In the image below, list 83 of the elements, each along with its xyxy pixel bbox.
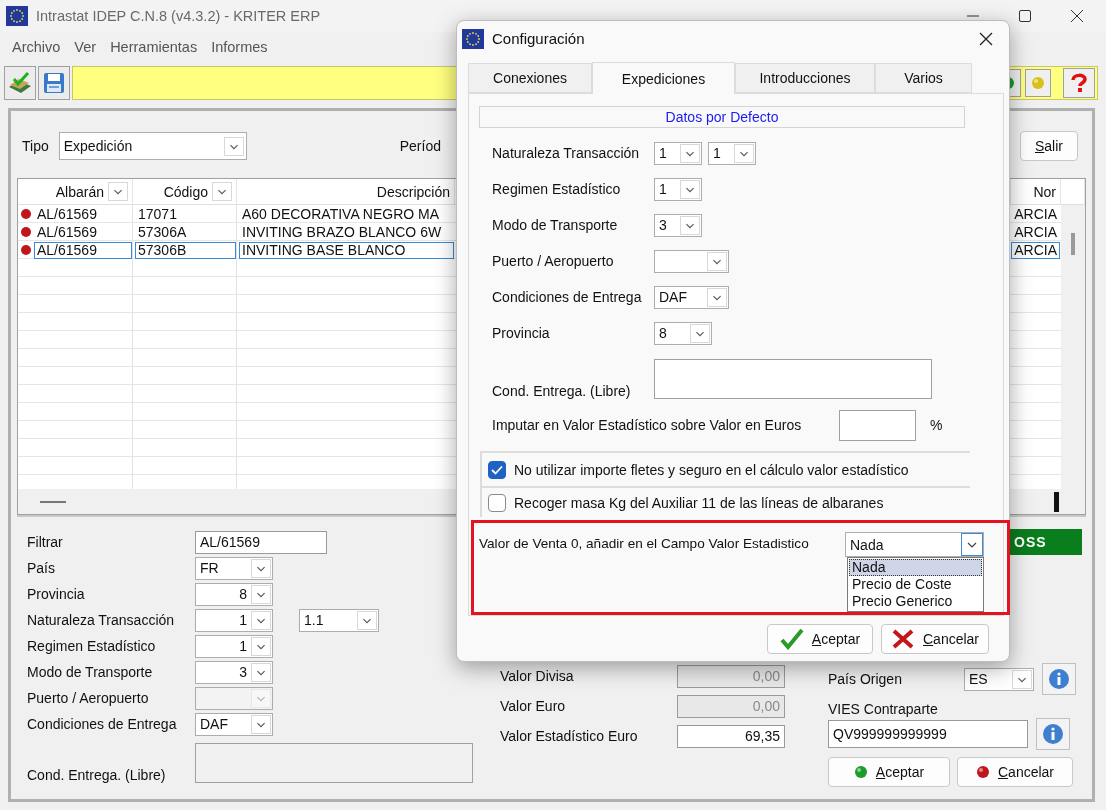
tab[interactable]: Conexiones [468,63,592,93]
input-field[interactable]: AL/61569 [195,530,327,554]
menu-item[interactable]: Ver [74,39,97,55]
tab[interactable]: Varios [875,63,972,93]
field-label: País Origen [828,671,903,687]
unit-label: % [930,417,943,433]
dropdown-option[interactable]: Precio Generico [849,593,982,610]
column-header: Código [163,183,208,200]
dropdown[interactable]: FR [195,556,273,580]
dropdown[interactable]: ES [964,667,1034,691]
dropdown-option[interactable]: Precio de Coste [849,576,982,593]
field-label: Valor Divisa [500,668,575,684]
field-label: Puerto / Aeropuerto [492,253,615,269]
column-header: Descripción [376,183,450,200]
window-title: Intrastat IDEP C.N.8 (v4.3.2) - KRITER ERP [36,8,321,24]
table-cell[interactable]: ARCIA [1011,241,1060,259]
dropdown[interactable]: 1.1 [299,608,379,632]
table-cell[interactable]: 17071 [135,205,236,223]
dropdown[interactable]: 1 [708,141,756,165]
status-banner: OSS [1010,529,1082,555]
field-label: Condiciones de Entrega [27,716,178,732]
field-label: Valor Euro [500,698,567,714]
dropdown[interactable]: DAF [654,285,729,309]
field-label: Modo de Transporte [492,217,619,233]
table-cell[interactable]: ARCIA [1011,223,1060,241]
field-label: Naturaleza Transacción [492,145,641,161]
field-label: Valor Estadístico Euro [500,728,639,744]
dropdown[interactable]: 8 [195,582,273,606]
table-cell[interactable]: INVITING BASE BLANCO [239,241,454,259]
input-field[interactable]: 69,35 [677,724,785,748]
dropdown[interactable]: 1 [195,634,273,658]
tab[interactable]: Expediciones [592,62,735,94]
field-label: Naturaleza Transacción [27,612,176,628]
field-label: Regimen Estadístico [492,181,622,197]
dropdown[interactable]: Expedición [58,132,247,160]
dialog-title: Configuración [492,30,585,47]
field-label: Provincia [492,325,551,341]
table-cell[interactable]: A60 DECORATIVA NEGRO MA [239,205,454,223]
dropdown[interactable]: Nada [845,532,984,557]
field-label: Filtrar [27,534,64,550]
dropdown[interactable]: 1 [654,141,702,165]
dropdown[interactable]: DAF [195,712,273,736]
menu-item[interactable]: Informes [211,39,268,55]
field-label: Cond. Entrega. (Libre) [492,383,632,399]
field-label: Provincia [27,586,86,602]
section-title: Datos por Defecto [479,106,965,128]
field-label: Puerto / Aeropuerto [27,690,150,706]
exit-button[interactable]: Salir [1020,131,1078,161]
field-label: País [27,560,56,576]
field-label: Períod [399,138,441,154]
dropdown-option[interactable]: Nada [849,559,982,576]
accept-button[interactable]: Aceptar [828,757,950,787]
dropdown[interactable]: 3 [654,213,702,237]
table-cell[interactable]: AL/61569 [34,241,132,259]
menu-item[interactable]: Archivo [12,39,61,55]
dropdown[interactable]: 3 [195,660,273,684]
checkbox-label: Recoger masa Kg del Auxiliar 11 de las líneas de albaranes [514,494,884,511]
field-label: Valor de Venta 0, añadir en el Campo Valor Estadistico [479,536,809,551]
table-cell[interactable]: 57306B [135,241,236,259]
table-cell[interactable]: AL/61569 [34,205,132,223]
dropdown[interactable]: 8 [654,321,712,345]
column-header: Nor [1033,183,1056,200]
table-cell[interactable]: AL/61569 [34,223,132,241]
cancel-button[interactable]: Cancelar [881,623,989,654]
field-label: Regimen Estadístico [27,638,157,654]
tab[interactable]: Introducciones [735,63,875,93]
dropdown[interactable]: 1 [654,177,702,201]
field-label: VIES Contraparte [828,701,938,717]
cancel-button[interactable]: Cancelar [957,757,1073,787]
field-label: Modo de Transporte [27,664,154,680]
field-label: Cond. Entrega. (Libre) [27,767,167,783]
column-header: Albarán [55,183,104,200]
accept-button[interactable]: Aceptar [767,623,873,654]
field-label: Condiciones de Entrega [492,289,643,305]
menu-item[interactable]: Herramientas [110,39,198,55]
input-field[interactable]: QV999999999999 [828,720,1028,748]
dropdown[interactable]: 1 [195,608,273,632]
table-cell[interactable]: 57306A [135,223,236,241]
field-label: Imputar en Valor Estadístico sobre Valor en Euros [492,417,803,433]
field-label: Tipo [22,138,49,154]
checkbox-label: No utilizar importe fletes y seguro en el cálculo valor estadístico [514,461,909,478]
table-cell[interactable]: INVITING BRAZO BLANCO 6W [239,223,454,241]
table-cell[interactable]: ARCIA [1011,205,1060,223]
